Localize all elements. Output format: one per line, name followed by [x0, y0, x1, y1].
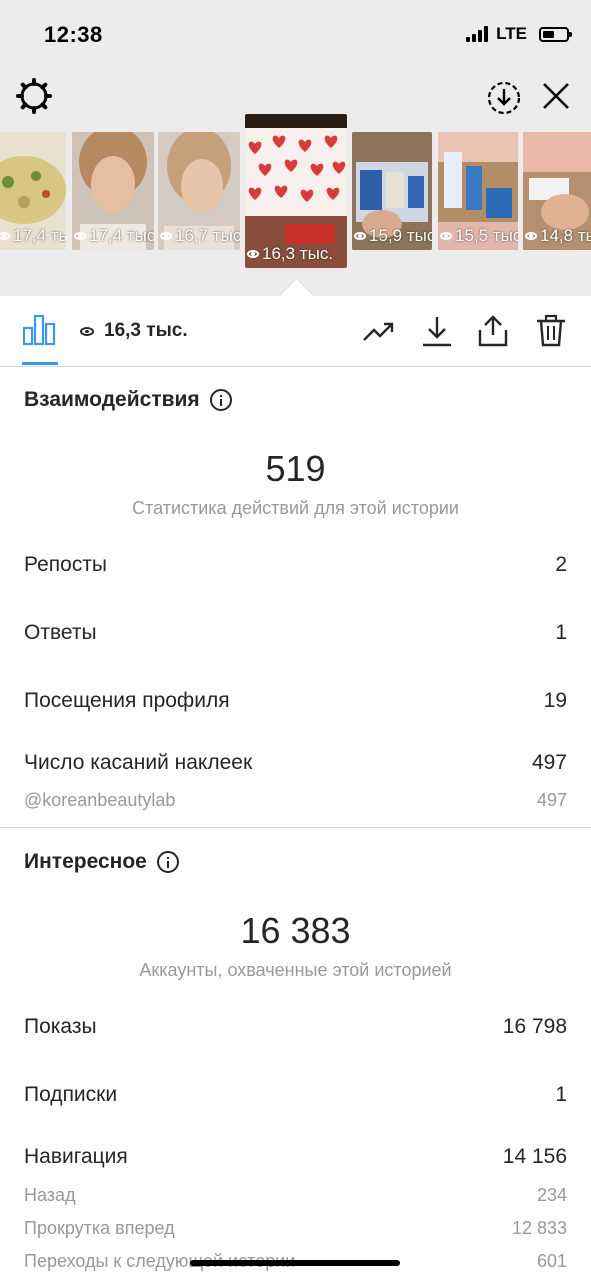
gear-icon[interactable]	[16, 78, 52, 114]
views-count: 16,3 тыс.	[80, 320, 188, 342]
story-views: 15,5 тыс.	[440, 226, 518, 246]
metric-subrow: Прокрутка вперед 12 833	[24, 1218, 567, 1238]
story-thumbnail[interactable]: 14,8 тыс.	[523, 132, 591, 250]
download-icon[interactable]	[420, 314, 454, 348]
eye-icon	[80, 326, 94, 336]
eye-icon	[354, 232, 366, 240]
metric-row: Ответы 1	[24, 621, 567, 644]
discovery-total: 16 383	[240, 910, 351, 951]
story-thumbnail[interactable]: 15,5 тыс.	[438, 132, 518, 250]
interactions-title: Взаимодействия	[24, 388, 232, 412]
network-label: LTE	[496, 24, 527, 43]
metric-row: Число касаний наклеек 497	[24, 751, 567, 774]
discovery-title: Интересное	[24, 850, 179, 874]
interactions-total: 519	[265, 448, 326, 489]
download-circle-icon[interactable]	[486, 80, 522, 116]
metric-subrow: Назад 234	[24, 1185, 567, 1205]
status-indicators: LTE	[466, 24, 572, 44]
story-views: 16,7 тыс.	[160, 226, 240, 246]
story-views: 14,8 тыс.	[525, 226, 591, 246]
eye-icon	[525, 232, 537, 240]
interactions-subtitle: Статистика действий для этой истории	[132, 498, 459, 518]
story-thumbnail[interactable]: 17,4 тыс.	[0, 132, 66, 250]
share-icon[interactable]	[476, 314, 510, 348]
trending-icon[interactable]	[362, 314, 396, 348]
metric-row: Репосты 2	[24, 553, 567, 576]
section-divider	[0, 827, 591, 828]
metric-row: Показы 16 798	[24, 1015, 567, 1038]
eye-icon	[247, 250, 259, 258]
info-icon[interactable]	[209, 389, 232, 411]
close-icon[interactable]	[540, 80, 572, 112]
discovery-subtitle: Аккаунты, охваченные этой историей	[139, 960, 452, 980]
story-thumbnail[interactable]: 16,7 тыс.	[158, 132, 240, 250]
battery-icon	[539, 26, 572, 42]
metric-subrow: @koreanbeautylab 497	[24, 790, 567, 810]
metric-row: Посещения профиля 19	[24, 689, 567, 712]
story-thumbnail-selected[interactable]: 16,3 тыс.	[245, 114, 347, 268]
signal-icon	[466, 26, 489, 42]
story-views: 16,3 тыс.	[247, 244, 333, 264]
status-time: 12:38	[44, 22, 103, 47]
bar-chart-icon[interactable]	[22, 314, 56, 346]
metric-row: Навигация 14 156	[24, 1145, 567, 1168]
eye-icon	[0, 232, 10, 240]
trash-icon[interactable]	[534, 314, 568, 348]
story-thumbnail[interactable]: 17,4 тыс.	[72, 132, 154, 250]
story-views: 17,4 тыс.	[0, 226, 66, 246]
story-thumbnail[interactable]: 15,9 тыс.	[352, 132, 432, 250]
eye-icon	[160, 232, 172, 240]
info-icon[interactable]	[156, 851, 179, 873]
story-views: 15,9 тыс.	[354, 226, 432, 246]
active-tab-indicator	[22, 362, 58, 365]
eye-icon	[440, 232, 452, 240]
insights-toolbar: 16,3 тыс.	[0, 296, 591, 367]
home-indicator[interactable]	[190, 1260, 400, 1266]
metric-row: Подписки 1	[24, 1083, 567, 1106]
eye-icon	[74, 232, 86, 240]
story-views: 17,4 тыс.	[74, 226, 154, 246]
